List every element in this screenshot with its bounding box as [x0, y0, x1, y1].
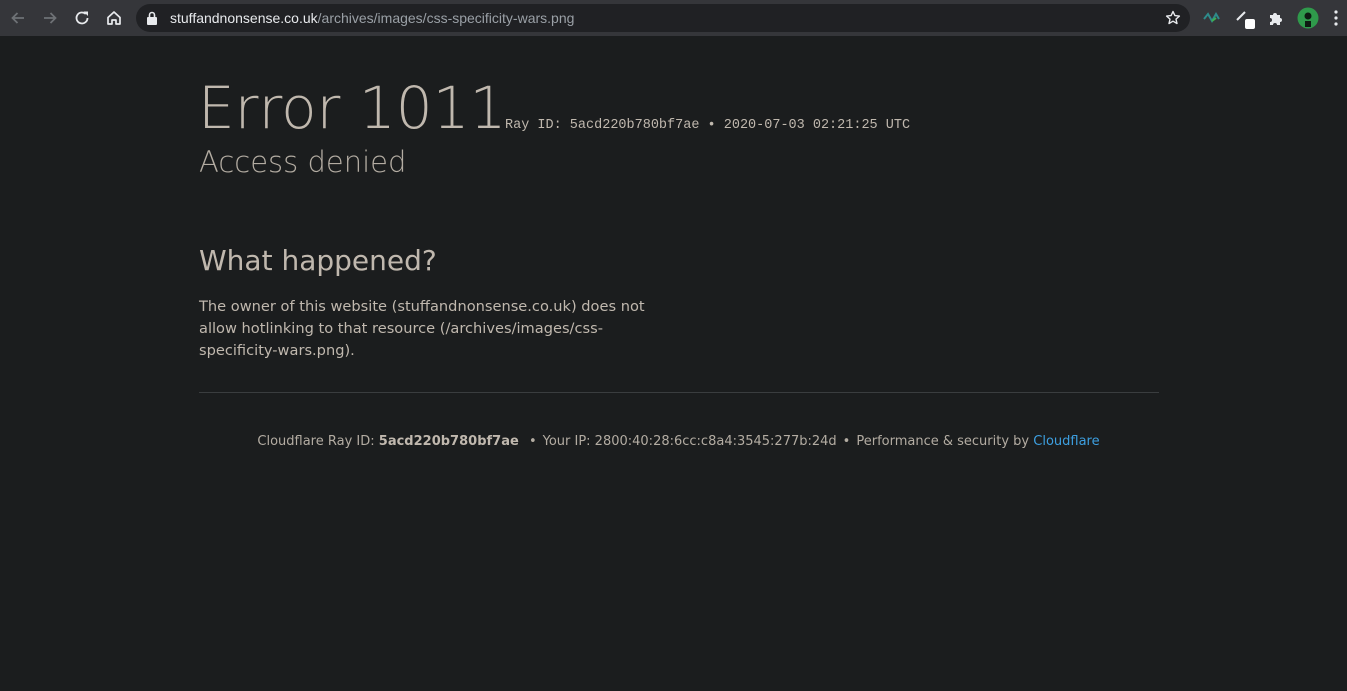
forward-icon: [44, 12, 57, 24]
profile-button[interactable]: [1296, 6, 1320, 30]
address-bar[interactable]: stuffandnonsense.co.uk/archives/images/c…: [136, 4, 1190, 32]
extension-pen-icon: [1236, 11, 1255, 29]
error-title: Error 1011: [198, 74, 507, 142]
reload-button[interactable]: [70, 6, 94, 30]
forward-button[interactable]: [38, 6, 62, 30]
footer-ip: Your IP: 2800:40:28:6cc:c8a4:3545:277b:2…: [542, 434, 837, 449]
profile-avatar: [1297, 7, 1319, 29]
puzzle-icon: [1270, 13, 1282, 25]
footer-separator: •: [842, 434, 851, 449]
home-button[interactable]: [102, 6, 126, 30]
menu-button[interactable]: [1328, 6, 1344, 30]
what-happened-heading: What happened?: [199, 244, 437, 277]
extension-wave-button[interactable]: [1201, 6, 1225, 30]
divider: [199, 392, 1159, 393]
browser-toolbar: stuffandnonsense.co.uk/archives/images/c…: [0, 0, 1347, 36]
back-icon: [11, 12, 24, 24]
footer-performance-text: Performance & security by: [856, 434, 1030, 449]
reload-icon: [75, 11, 89, 25]
what-happened-description: The owner of this website (stuffandnonse…: [199, 298, 645, 359]
lock-icon: [147, 11, 157, 25]
extension-pen-button[interactable]: [1233, 6, 1257, 30]
footer-separator: •: [528, 434, 537, 449]
footer-ray-id: 5acd220b780bf7ae: [378, 434, 519, 449]
kebab-menu-icon: [1334, 10, 1338, 26]
extensions-button[interactable]: [1264, 6, 1288, 30]
ray-id-header: Ray ID: 5acd220b780bf7ae • 2020-07-03 02…: [505, 118, 911, 133]
footer: Cloudflare Ray ID: 5acd220b780bf7ae • You…: [0, 433, 1347, 451]
error-subtitle: Access denied: [199, 145, 407, 179]
cloudflare-link[interactable]: Cloudflare: [1033, 434, 1099, 449]
home-icon: [107, 11, 121, 25]
url-host: stuffandnonsense.co.uk: [170, 10, 318, 26]
star-icon[interactable]: [1165, 10, 1181, 26]
footer-ray-label: Cloudflare Ray ID:: [257, 434, 375, 449]
back-button[interactable]: [6, 6, 30, 30]
page-content: Error 1011 Ray ID: 5acd220b780bf7ae • 20…: [0, 36, 1347, 691]
url-path: /archives/images/css-specificity-wars.pn…: [317, 10, 575, 26]
url-text[interactable]: stuffandnonsense.co.uk/archives/images/c…: [170, 10, 574, 26]
extension-wave-icon: [1203, 12, 1220, 24]
